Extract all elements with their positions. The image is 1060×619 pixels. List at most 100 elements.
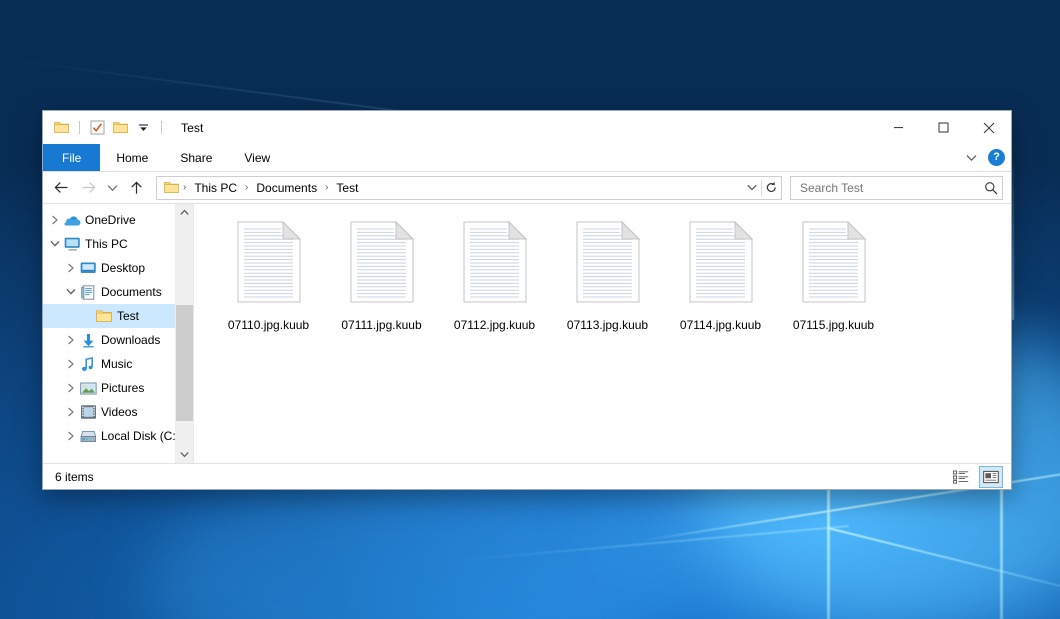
breadcrumb: › This PC › Documents › Test — [157, 179, 742, 197]
desktop-monitor-icon — [79, 261, 97, 275]
chevron-right-icon[interactable] — [63, 335, 79, 345]
large-icons-view-button[interactable] — [979, 466, 1003, 488]
forward-button[interactable] — [76, 176, 101, 199]
refresh-button[interactable] — [762, 178, 781, 198]
sidebar-item-onedrive[interactable]: OneDrive — [43, 208, 193, 232]
search-icon[interactable] — [984, 181, 998, 195]
sidebar-item-label: Downloads — [101, 333, 160, 347]
maximize-button[interactable] — [921, 111, 966, 144]
onedrive-cloud-icon — [63, 214, 81, 227]
file-name-label: 07111.jpg.kuub — [339, 317, 423, 333]
breadcrumb-separator[interactable]: › — [322, 182, 331, 193]
search-box[interactable] — [790, 176, 1003, 200]
ribbon-tab-bar: File Home Share View ? — [43, 144, 1011, 172]
tab-share[interactable]: Share — [164, 144, 228, 171]
sidebar-item-label: This PC — [85, 237, 128, 251]
wallpaper-ray — [1012, 150, 1014, 320]
file-name-label: 07114.jpg.kuub — [678, 317, 763, 333]
explorer-body: OneDrive This PC Desktop Documents Test Downl… — [43, 203, 1011, 463]
chevron-down-icon[interactable] — [47, 240, 63, 248]
search-input[interactable] — [798, 180, 984, 196]
generic-document-icon — [569, 220, 647, 313]
close-button[interactable] — [966, 111, 1011, 144]
sidebar-item-pictures[interactable]: Pictures — [43, 376, 193, 400]
ribbon-right-controls: ? — [963, 144, 1005, 171]
chevron-right-icon[interactable] — [63, 263, 79, 273]
breadcrumb-this-pc[interactable]: This PC — [190, 179, 241, 197]
generic-document-icon — [343, 220, 421, 313]
window-title: Test — [181, 121, 203, 135]
file-item[interactable]: 07110.jpg.kuub — [212, 218, 325, 345]
sidebar-item-local-disk-c[interactable]: Local Disk (C:) — [43, 424, 193, 448]
item-count-label: 6 items — [55, 470, 94, 484]
tab-file[interactable]: File — [43, 144, 100, 171]
navigation-pane: OneDrive This PC Desktop Documents Test Downl… — [43, 204, 194, 463]
quick-access-toolbar: Test — [43, 118, 203, 137]
file-item[interactable]: 07115.jpg.kuub — [777, 218, 890, 345]
downloads-arrow-icon — [79, 333, 97, 348]
sidebar-item-label: Videos — [101, 405, 137, 419]
generic-document-icon — [795, 220, 873, 313]
pictures-icon — [79, 382, 97, 395]
address-bar-buttons — [742, 177, 781, 199]
scrollbar-thumb[interactable] — [176, 305, 193, 421]
file-item[interactable]: 07113.jpg.kuub — [551, 218, 664, 345]
file-item[interactable]: 07111.jpg.kuub — [325, 218, 438, 345]
file-explorer-window: Test File Home Share View ? — [42, 110, 1012, 490]
sidebar-item-label: Desktop — [101, 261, 145, 275]
music-note-icon — [79, 357, 97, 372]
generic-document-icon — [230, 220, 308, 313]
generic-document-icon — [456, 220, 534, 313]
chevron-right-icon[interactable] — [63, 407, 79, 417]
breadcrumb-separator[interactable]: › — [180, 182, 189, 193]
new-folder-icon[interactable] — [111, 118, 130, 137]
scroll-up-arrow-icon[interactable] — [176, 204, 193, 221]
customize-quick-access-dropdown-icon[interactable] — [134, 118, 153, 137]
file-item[interactable]: 07114.jpg.kuub — [664, 218, 777, 345]
chevron-right-icon[interactable] — [63, 383, 79, 393]
breadcrumb-documents[interactable]: Documents — [252, 179, 321, 197]
properties-checkbox-icon[interactable] — [88, 118, 107, 137]
chevron-down-icon[interactable] — [63, 288, 79, 296]
scrollbar-track[interactable] — [176, 221, 193, 446]
title-bar: Test — [43, 111, 1011, 144]
breadcrumb-folder-icon[interactable] — [162, 181, 179, 194]
address-bar[interactable]: › This PC › Documents › Test — [156, 176, 782, 200]
toolbar-divider — [79, 121, 80, 134]
file-name-label: 07112.jpg.kuub — [452, 317, 537, 333]
sidebar-scrollbar[interactable] — [175, 204, 193, 463]
breadcrumb-test[interactable]: Test — [332, 179, 362, 197]
expand-ribbon-chevron-down-icon[interactable] — [963, 150, 979, 166]
up-button[interactable] — [124, 176, 149, 199]
sidebar-item-documents[interactable]: Documents — [43, 280, 193, 304]
sidebar-item-label: Documents — [101, 285, 162, 299]
sidebar-item-desktop[interactable]: Desktop — [43, 256, 193, 280]
details-view-button[interactable] — [949, 466, 973, 488]
title-divider — [161, 121, 162, 134]
scroll-down-arrow-icon[interactable] — [176, 446, 193, 463]
file-name-label: 07115.jpg.kuub — [791, 317, 876, 333]
recent-locations-chevron-down-icon[interactable] — [103, 176, 122, 199]
sidebar-item-label: Pictures — [101, 381, 144, 395]
sidebar-item-label: Local Disk (C:) — [101, 429, 180, 443]
address-history-chevron-down-icon[interactable] — [742, 178, 761, 198]
chevron-right-icon[interactable] — [63, 359, 79, 369]
window-controls — [876, 111, 1011, 144]
sidebar-item-this-pc[interactable]: This PC — [43, 232, 193, 256]
minimize-button[interactable] — [876, 111, 921, 144]
folder-icon[interactable] — [52, 118, 71, 137]
help-button[interactable]: ? — [988, 149, 1005, 166]
status-bar: 6 items — [43, 463, 1011, 489]
chevron-right-icon[interactable] — [47, 215, 63, 225]
back-button[interactable] — [49, 176, 74, 199]
file-list-view[interactable]: 07110.jpg.kuub 07111.jpg.kuub 07112.jpg.ku… — [194, 204, 1011, 463]
chevron-right-icon[interactable] — [63, 431, 79, 441]
tab-home[interactable]: Home — [100, 144, 164, 171]
sidebar-item-downloads[interactable]: Downloads — [43, 328, 193, 352]
sidebar-item-music[interactable]: Music — [43, 352, 193, 376]
tab-view[interactable]: View — [228, 144, 286, 171]
sidebar-item-videos[interactable]: Videos — [43, 400, 193, 424]
file-item[interactable]: 07112.jpg.kuub — [438, 218, 551, 345]
sidebar-item-test[interactable]: Test — [43, 304, 193, 328]
breadcrumb-separator[interactable]: › — [242, 182, 251, 193]
